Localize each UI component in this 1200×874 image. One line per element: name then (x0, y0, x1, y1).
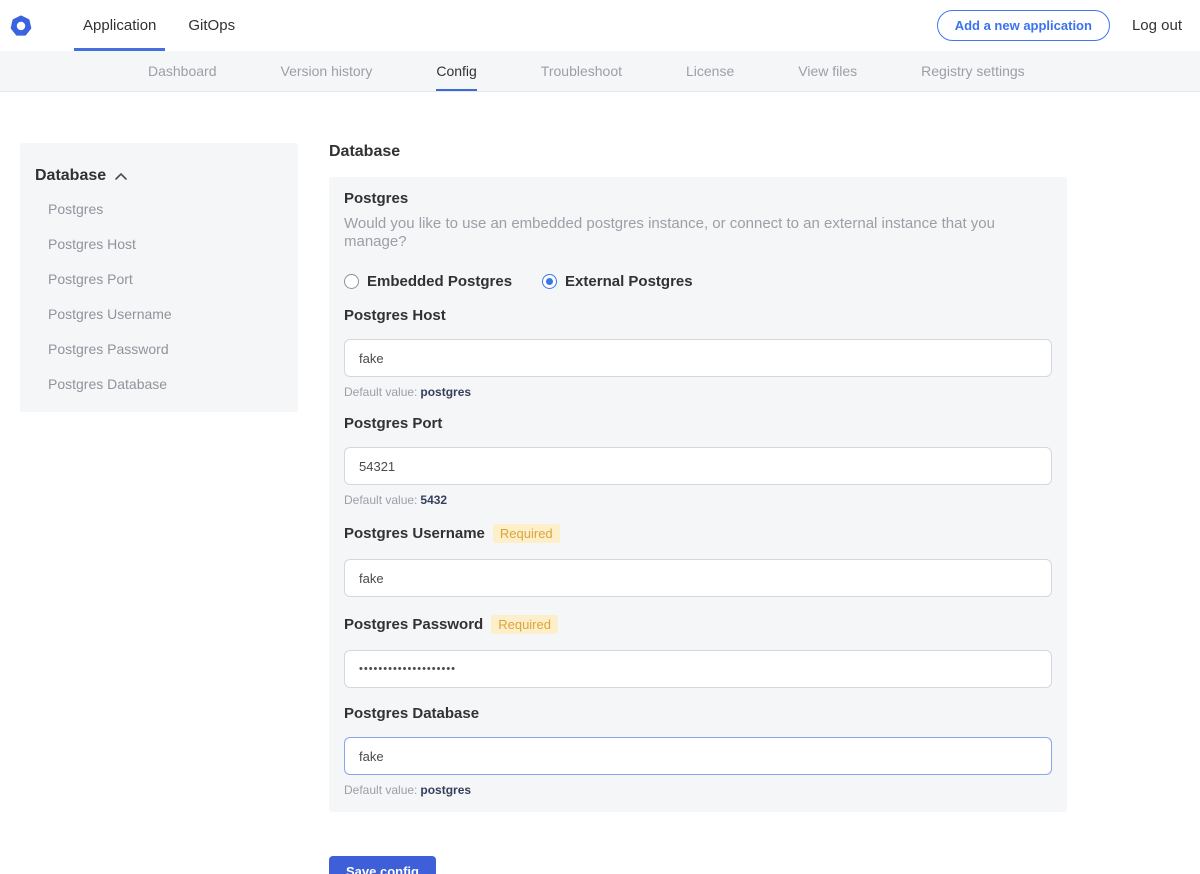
subnav-item-config[interactable]: Config (436, 51, 476, 91)
subnav-item-troubleshoot[interactable]: Troubleshoot (541, 51, 622, 91)
sidebar-item-postgres-database[interactable]: Postgres Database (35, 367, 298, 402)
default-value-line: Default value:postgres (344, 784, 1052, 796)
radio-label: Embedded Postgres (367, 273, 512, 290)
field-label: Postgres Host (344, 308, 1052, 323)
sidebar-group-database[interactable]: Database (35, 167, 298, 185)
radio-selected-icon (542, 274, 557, 289)
default-value-line: Default value:postgres (344, 386, 1052, 398)
tab-application-label: Application (83, 17, 156, 34)
top-nav: Application GitOps Add a new application… (0, 0, 1200, 51)
app-logo[interactable] (10, 0, 32, 51)
top-nav-right: Add a new application Log out (937, 0, 1200, 51)
tab-gitops[interactable]: GitOps (179, 0, 244, 51)
default-value-label: Default value: (344, 783, 417, 797)
radio-unselected-icon (344, 274, 359, 289)
tab-gitops-label: GitOps (188, 17, 235, 34)
sidebar-item-postgres-username[interactable]: Postgres Username (35, 297, 298, 332)
default-value: postgres (420, 385, 471, 399)
save-config-button[interactable]: Save config (329, 856, 436, 874)
field-label: Postgres Port (344, 416, 1052, 431)
field-label: Postgres Username Required (344, 524, 1052, 543)
sidebar-group-label: Database (35, 167, 106, 185)
subnav-item-version-history[interactable]: Version history (281, 51, 373, 91)
sidebar-item-postgres-password[interactable]: Postgres Password (35, 332, 298, 367)
group-label: Postgres (344, 191, 1052, 207)
postgres-database-input[interactable] (344, 737, 1052, 775)
subnav-item-license[interactable]: License (686, 51, 734, 91)
field-label: Postgres Database (344, 706, 1052, 721)
subnav-item-registry-settings[interactable]: Registry settings (921, 51, 1024, 91)
chevron-up-icon (114, 171, 128, 182)
external-postgres-radio[interactable]: External Postgres (542, 273, 693, 290)
default-value-label: Default value: (344, 493, 417, 507)
postgres-username-input[interactable] (344, 559, 1052, 597)
postgres-password-input[interactable] (344, 650, 1052, 688)
tab-application[interactable]: Application (74, 0, 165, 51)
field-label: Postgres Password Required (344, 615, 1052, 634)
subnav-item-view-files[interactable]: View files (798, 51, 857, 91)
config-sidebar: Database Postgres Postgres Host Postgres… (20, 143, 298, 412)
config-group-card: Postgres Would you like to use an embedd… (329, 177, 1067, 812)
required-badge: Required (493, 524, 560, 543)
group-help-text: Would you like to use an embedded postgr… (344, 215, 1052, 251)
config-main: Database Postgres Would you like to use … (329, 143, 1067, 874)
sidebar-item-postgres-host[interactable]: Postgres Host (35, 227, 298, 262)
default-value-label: Default value: (344, 385, 417, 399)
page-title: Database (329, 143, 1067, 161)
subnav-item-dashboard[interactable]: Dashboard (148, 51, 217, 91)
sidebar-item-postgres[interactable]: Postgres (35, 192, 298, 227)
required-badge: Required (491, 615, 558, 634)
radio-label: External Postgres (565, 273, 693, 290)
field-label-text: Postgres Database (344, 706, 479, 721)
default-value-line: Default value:5432 (344, 494, 1052, 506)
field-label-text: Postgres Port (344, 416, 442, 431)
app-subnav: Dashboard Version history Config Trouble… (0, 51, 1200, 92)
logout-link[interactable]: Log out (1132, 17, 1182, 34)
add-application-button[interactable]: Add a new application (937, 10, 1110, 41)
embedded-postgres-radio[interactable]: Embedded Postgres (344, 273, 512, 290)
default-value: 5432 (420, 493, 447, 507)
default-value: postgres (420, 783, 471, 797)
content-area: Database Postgres Postgres Host Postgres… (0, 92, 1200, 874)
postgres-host-input[interactable] (344, 339, 1052, 377)
postgres-type-radio-group: Embedded Postgres External Postgres (344, 273, 1052, 290)
sidebar-item-postgres-port[interactable]: Postgres Port (35, 262, 298, 297)
postgres-port-input[interactable] (344, 447, 1052, 485)
field-label-text: Postgres Username (344, 526, 485, 541)
app-logo-icon (10, 15, 32, 37)
field-label-text: Postgres Host (344, 308, 446, 323)
field-label-text: Postgres Password (344, 617, 483, 632)
